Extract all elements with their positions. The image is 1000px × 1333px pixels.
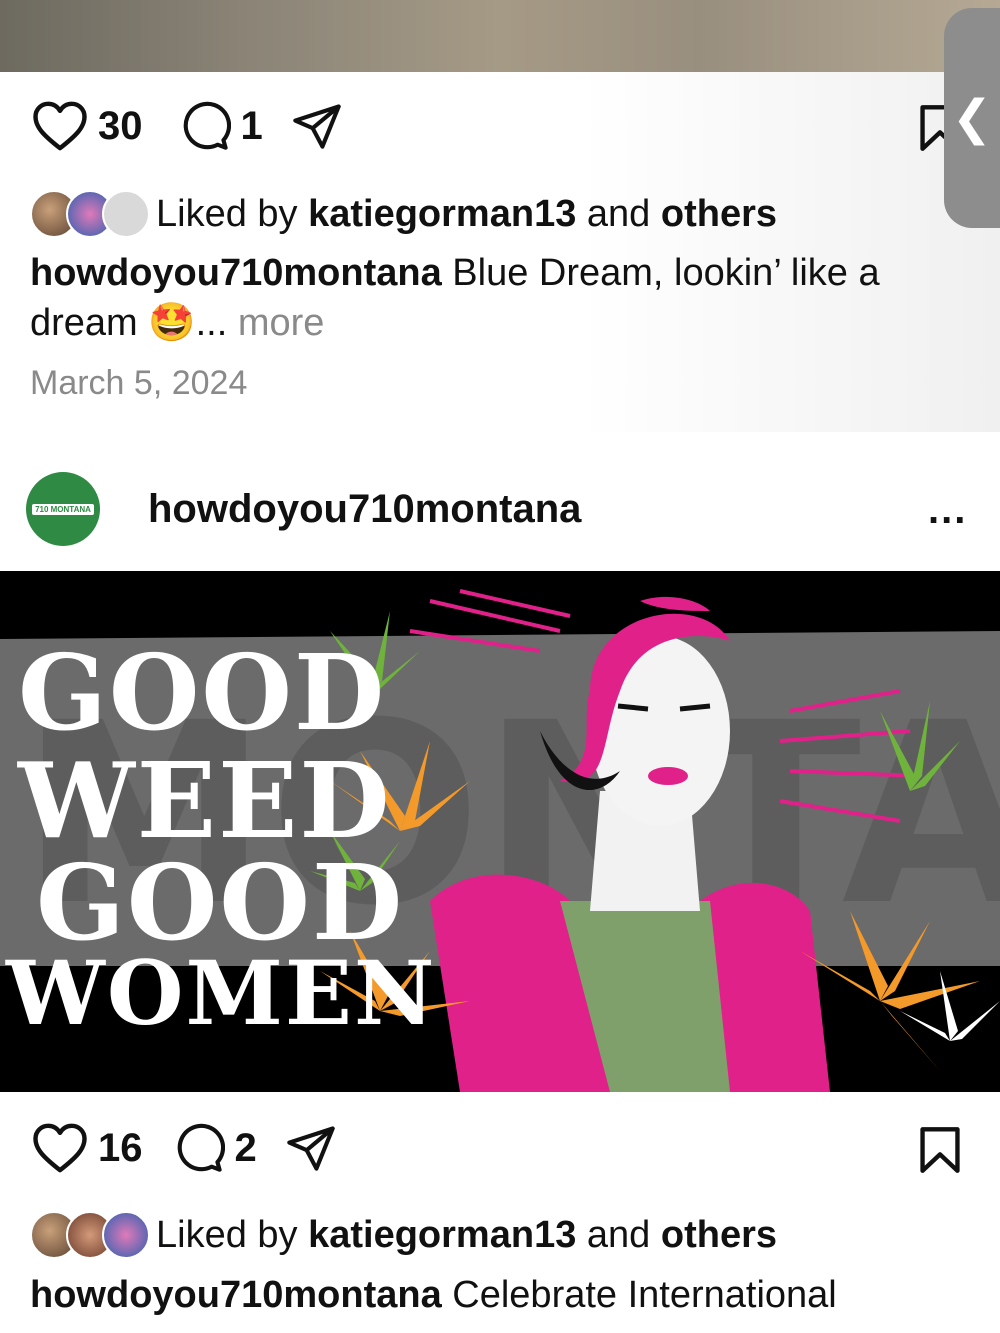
liked-by-others[interactable]: others: [661, 1214, 777, 1257]
post1-liked-by[interactable]: Liked by katiegorman13 and others: [30, 190, 777, 238]
share-icon[interactable]: [285, 1122, 337, 1174]
more-options-button[interactable]: ...: [928, 488, 967, 533]
previous-post-image: [0, 0, 1000, 72]
like-count[interactable]: 16: [98, 1126, 143, 1171]
avatar-logo-text: 710 MONTANA: [32, 503, 94, 515]
heart-icon[interactable]: [32, 1122, 88, 1174]
liked-by-prefix: Liked by: [156, 1213, 298, 1256]
post1-action-row: 30 1: [32, 100, 343, 152]
avatar-placeholder: [102, 190, 150, 238]
post2-header: 710 MONTANA howdoyou710montana: [26, 472, 581, 546]
liked-by-avatars: [30, 1211, 150, 1259]
share-icon[interactable]: [291, 100, 343, 152]
post1-date: March 5, 2024: [30, 364, 248, 402]
post2-image[interactable]: MONTANA: [0, 571, 1000, 1092]
liked-by-user[interactable]: katiegorman13: [308, 1214, 576, 1257]
post2-action-row: 16 2: [32, 1122, 337, 1174]
account-avatar[interactable]: 710 MONTANA: [26, 472, 100, 546]
comment-icon[interactable]: [179, 100, 231, 152]
caption-text: Celebrate International: [452, 1274, 837, 1316]
liked-by-user[interactable]: katiegorman13: [308, 193, 576, 236]
caption-ellipsis: ...: [195, 302, 228, 344]
comment-count[interactable]: 1: [241, 104, 263, 149]
more-link[interactable]: more: [238, 302, 325, 344]
liked-by-and: and: [586, 192, 651, 235]
post2-caption: howdoyou710montana Celebrate Internation…: [30, 1270, 970, 1320]
liked-by-prefix: Liked by: [156, 192, 298, 235]
post2-liked-by[interactable]: Liked by katiegorman13 and others: [30, 1211, 777, 1259]
poster-text-line: WOMEN: [6, 941, 437, 1045]
liked-by-and: and: [586, 1213, 651, 1256]
liked-by-others[interactable]: others: [661, 193, 777, 236]
avatar: [102, 1211, 150, 1259]
comment-count[interactable]: 2: [235, 1126, 257, 1171]
liked-by-avatars: [30, 190, 150, 238]
chevron-left-icon: ❮: [951, 92, 993, 145]
comment-icon[interactable]: [173, 1122, 225, 1174]
post2-username[interactable]: howdoyou710montana: [148, 487, 581, 532]
side-collapse-tab[interactable]: ❮: [944, 8, 1000, 228]
caption-username[interactable]: howdoyou710montana: [30, 252, 442, 294]
bookmark-icon[interactable]: [918, 1126, 962, 1174]
star-struck-emoji: 🤩: [148, 302, 196, 344]
caption-username[interactable]: howdoyou710montana: [30, 1274, 442, 1316]
post1-caption: howdoyou710montana Blue Dream, lookin’ l…: [30, 248, 970, 348]
like-count[interactable]: 30: [98, 104, 143, 149]
heart-icon[interactable]: [32, 100, 88, 152]
poster-text-line: GOOD: [18, 631, 387, 754]
